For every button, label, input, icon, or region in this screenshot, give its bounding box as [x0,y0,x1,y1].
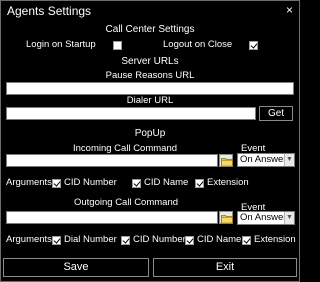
incoming-call-command-input[interactable] [6,154,218,167]
call-center-heading: Call Center Settings [105,24,195,35]
outgoing-arguments-label: Arguments [6,234,52,245]
outgoing-call-command-label: Outgoing Call Command [74,197,179,208]
incoming-browse-folder-icon[interactable] [219,154,233,167]
incoming-arguments-label: Arguments [6,177,52,188]
dialer-url-input[interactable] [6,107,256,120]
dialer-url-label: Dialer URL [126,95,174,106]
outgoing-call-command-input[interactable] [6,211,218,224]
chevron-down-icon: ▼ [284,154,294,166]
exit-button[interactable]: Exit [153,258,297,277]
chevron-down-icon: ▼ [284,212,294,224]
save-button[interactable]: Save [3,258,149,277]
incoming-extension-label: Extension [207,177,249,188]
incoming-cid-number-checkbox[interactable] [52,179,61,188]
incoming-cid-name-label: CID Name [144,177,189,188]
get-button[interactable]: Get [259,106,293,121]
outgoing-extension-checkbox[interactable] [242,236,251,245]
logout-on-close-checkbox[interactable] [249,41,258,50]
agents-settings-window: Agents Settings × Call Center Settings L… [0,0,300,282]
outgoing-browse-folder-icon[interactable] [219,211,233,224]
pause-reasons-url-label: Pause Reasons URL [105,70,195,81]
pause-reasons-url-input[interactable] [6,82,294,95]
incoming-event-select[interactable]: On Answer ▼ [237,153,295,167]
outgoing-cid-name-label: CID Name [197,234,242,245]
outgoing-event-select[interactable]: On Answer ▼ [237,211,295,225]
popup-heading: PopUp [134,128,166,139]
outgoing-extension-label: Extension [254,234,296,245]
logout-on-close-label: Logout on Close [163,39,233,50]
outgoing-dial-number-label: Dial Number [64,234,117,245]
incoming-event-value: On Answer [240,154,287,165]
outgoing-dial-number-checkbox[interactable] [52,236,61,245]
outgoing-event-value: On Answer [240,212,287,223]
window-title: Agents Settings [7,4,92,18]
incoming-call-command-label: Incoming Call Command [73,143,178,154]
incoming-extension-checkbox[interactable] [195,179,204,188]
incoming-cid-name-checkbox[interactable] [132,179,141,188]
login-on-startup-label: Login on Startup [26,39,96,50]
close-icon[interactable]: × [286,4,293,16]
incoming-cid-number-label: CID Number [64,177,117,188]
outgoing-cid-name-checkbox[interactable] [185,236,194,245]
outgoing-cid-number-checkbox[interactable] [121,236,130,245]
server-urls-heading: Server URLs [121,56,179,67]
outgoing-cid-number-label: CID Number [133,234,186,245]
login-on-startup-checkbox[interactable] [113,41,122,50]
title-bar: Agents Settings × [1,1,299,20]
